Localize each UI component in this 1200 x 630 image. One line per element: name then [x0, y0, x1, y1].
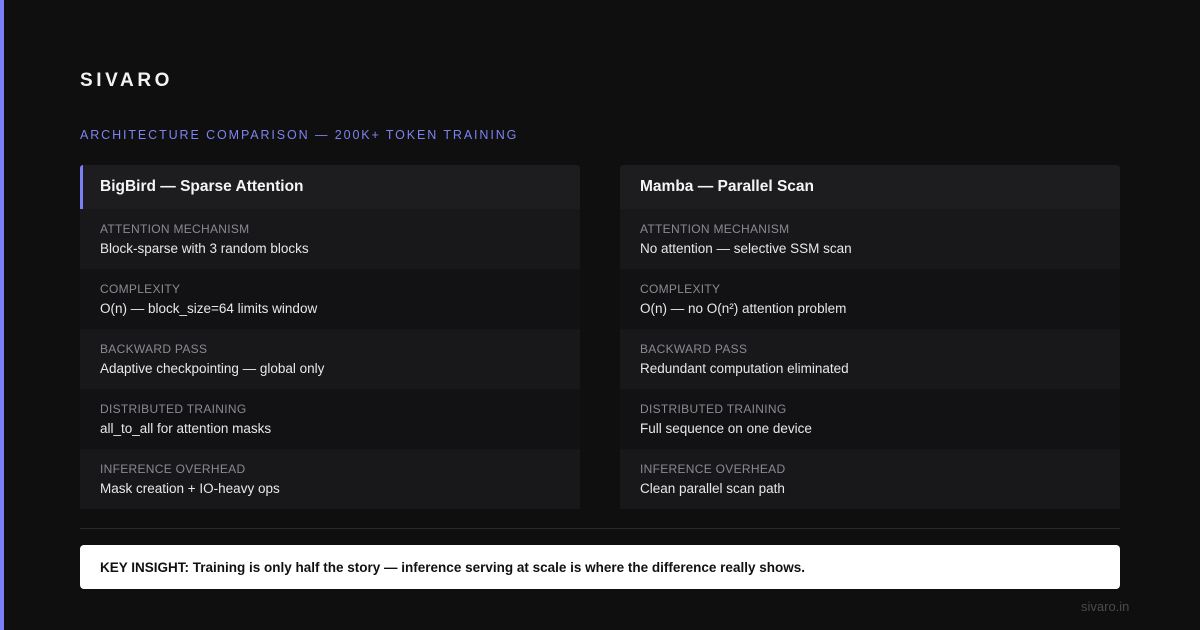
comparison-card-bigbird: BigBird — Sparse Attention ATTENTION MEC… — [80, 165, 580, 509]
row-value: all_to_all for attention masks — [100, 421, 272, 436]
page: SIVARO ARCHITECTURE COMPARISON — 200K+ T… — [0, 0, 1200, 630]
row-value: Mask creation + IO-heavy ops — [100, 481, 280, 496]
table-row: INFERENCE OVERHEAD Clean parallel scan p… — [620, 449, 1120, 509]
site-url: sivaro.in — [1081, 599, 1130, 614]
row-value: Clean parallel scan path — [640, 481, 785, 496]
row-label: DISTRIBUTED TRAINING — [100, 402, 247, 416]
table-row: COMPLEXITY O(n) — no O(n²) attention pro… — [620, 269, 1120, 329]
section-subtitle: ARCHITECTURE COMPARISON — 200K+ TOKEN TR… — [80, 128, 519, 142]
card-rows: ATTENTION MECHANISM No attention — selec… — [620, 209, 1120, 509]
row-value: Adaptive checkpointing — global only — [100, 361, 325, 376]
table-row: INFERENCE OVERHEAD Mask creation + IO-he… — [80, 449, 580, 509]
row-value: Full sequence on one device — [640, 421, 812, 436]
brand-wordmark: SIVARO — [80, 70, 174, 91]
accent-bar — [0, 0, 4, 630]
table-row: COMPLEXITY O(n) — block_size=64 limits w… — [80, 269, 580, 329]
table-row: DISTRIBUTED TRAINING Full sequence on on… — [620, 389, 1120, 449]
row-value: O(n) — no O(n²) attention problem — [640, 301, 847, 316]
card-title: Mamba — Parallel Scan — [620, 165, 1120, 209]
row-label: INFERENCE OVERHEAD — [100, 462, 246, 476]
row-label: ATTENTION MECHANISM — [100, 222, 250, 236]
table-row: BACKWARD PASS Adaptive checkpointing — g… — [80, 329, 580, 389]
comparison-card-mamba: Mamba — Parallel Scan ATTENTION MECHANIS… — [620, 165, 1120, 509]
row-value: No attention — selective SSM scan — [640, 241, 852, 256]
row-value: O(n) — block_size=64 limits window — [100, 301, 318, 316]
divider — [80, 528, 1120, 529]
table-row: ATTENTION MECHANISM No attention — selec… — [620, 209, 1120, 269]
key-insight-banner: KEY INSIGHT: Training is only half the s… — [80, 545, 1120, 589]
row-value: Redundant computation eliminated — [640, 361, 849, 376]
row-label: COMPLEXITY — [100, 282, 181, 296]
row-label: BACKWARD PASS — [640, 342, 748, 356]
card-rows: ATTENTION MECHANISM Block-sparse with 3 … — [80, 209, 580, 509]
row-label: BACKWARD PASS — [100, 342, 208, 356]
row-label: ATTENTION MECHANISM — [640, 222, 790, 236]
row-label: DISTRIBUTED TRAINING — [640, 402, 787, 416]
key-insight-text: KEY INSIGHT: Training is only half the s… — [100, 559, 805, 575]
row-label: COMPLEXITY — [640, 282, 721, 296]
card-title: BigBird — Sparse Attention — [80, 165, 580, 209]
row-value: Block-sparse with 3 random blocks — [100, 241, 309, 256]
table-row: BACKWARD PASS Redundant computation elim… — [620, 329, 1120, 389]
table-row: ATTENTION MECHANISM Block-sparse with 3 … — [80, 209, 580, 269]
row-label: INFERENCE OVERHEAD — [640, 462, 786, 476]
table-row: DISTRIBUTED TRAINING all_to_all for atte… — [80, 389, 580, 449]
